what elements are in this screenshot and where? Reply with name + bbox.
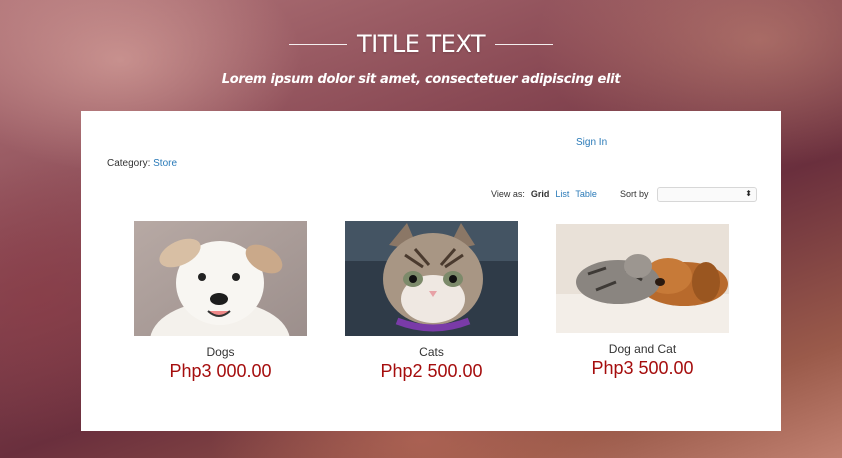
page-subtitle: Lorem ipsum dolor sit amet, consectetuer… xyxy=(221,72,621,87)
product-name[interactable]: Dogs xyxy=(134,345,307,359)
view-as-bar: View as: Grid List Table xyxy=(491,189,597,199)
page-title: TITLE TEXT xyxy=(356,30,486,58)
select-arrows-icon: ⬍ xyxy=(745,189,752,198)
view-table-link[interactable]: Table xyxy=(575,189,597,199)
dog-and-cat-photo[interactable] xyxy=(556,224,729,333)
product-card-dogs[interactable]: Dogs Php3 000.00 xyxy=(134,221,307,382)
title-rule-right xyxy=(495,43,554,45)
product-price: Php2 500.00 xyxy=(380,361,483,381)
puppy-photo[interactable] xyxy=(134,221,307,336)
title-rule-left xyxy=(288,43,347,45)
category-line: Category: Store xyxy=(107,158,177,169)
product-price: Php3 500.00 xyxy=(591,358,694,378)
sign-in-link[interactable]: Sign In xyxy=(576,137,607,148)
category-store-link[interactable]: Store xyxy=(153,158,177,169)
view-as-label: View as: xyxy=(491,189,525,199)
view-list-link[interactable]: List xyxy=(555,189,569,199)
sort-by-select[interactable]: ⬍ xyxy=(657,187,757,202)
category-label: Category: xyxy=(107,158,151,169)
kitten-photo[interactable] xyxy=(345,221,518,336)
product-price: Php3 000.00 xyxy=(169,361,272,381)
product-name[interactable]: Cats xyxy=(345,345,518,359)
product-card-cats[interactable]: Cats Php2 500.00 xyxy=(345,221,518,382)
title-row: TITLE TEXT xyxy=(0,30,842,58)
product-name[interactable]: Dog and Cat xyxy=(556,342,729,356)
product-card-dog-and-cat[interactable]: Dog and Cat Php3 500.00 xyxy=(556,224,729,379)
sort-by-label: Sort by xyxy=(620,189,649,199)
store-panel: Sign In Category: Store View as: Grid Li… xyxy=(81,111,781,431)
view-grid-option[interactable]: Grid xyxy=(531,189,550,199)
